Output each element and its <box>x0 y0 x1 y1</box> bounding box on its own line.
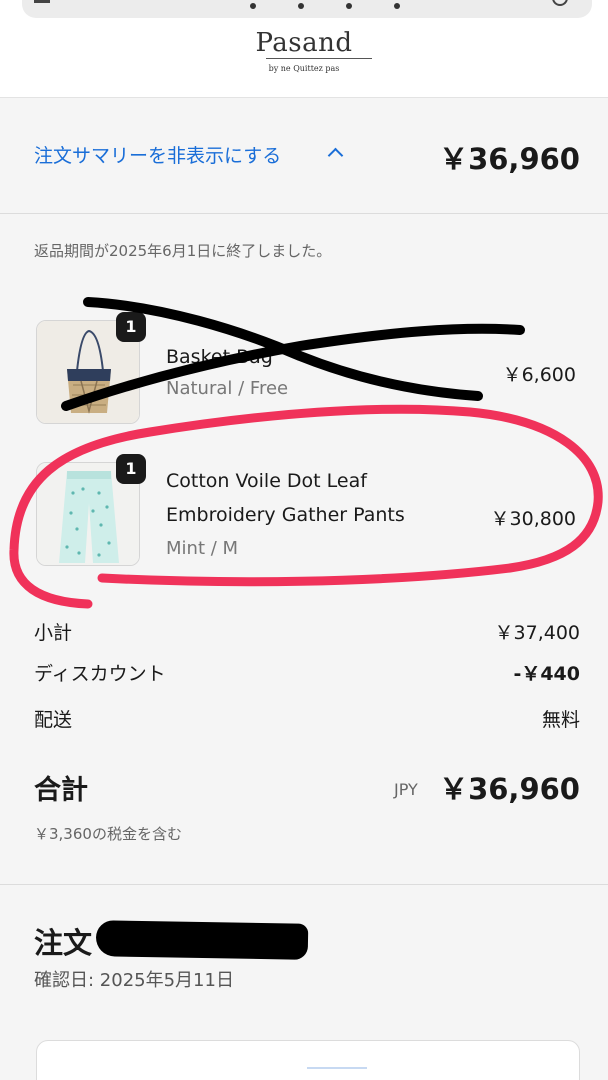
circle-highlight <box>9 404 603 609</box>
annotation-overlay <box>9 297 603 609</box>
